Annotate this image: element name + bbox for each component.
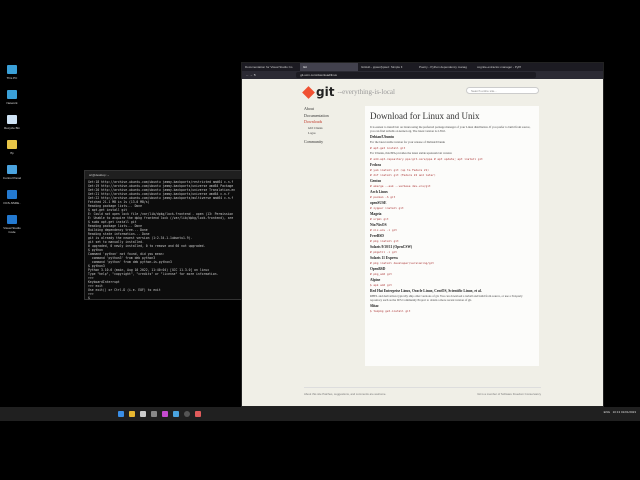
terminal-output[interactable]: Get:18 http://archive.ubuntu.com/ubuntu … [85,179,245,301]
section-heading: Solaris 11 Express [370,256,398,260]
desktop-icon-label: This PC [6,76,18,80]
firefox-icon[interactable] [162,411,168,417]
browser-tab[interactable]: Git [300,63,358,71]
page-title: Download for Linux and Unix [370,111,480,121]
install-command: $ apk add git [370,283,392,287]
terminal-taskbar-icon[interactable] [195,411,201,417]
language-indicator[interactable]: ENG [604,410,611,414]
footer-member: Git is a member of Software Freedom Cons… [477,392,541,396]
desktop-icon-label: Network [6,101,18,105]
section-heading: Nix/NixOS [370,223,387,227]
address-bar-row: ← → ↻ git-scm.com/download/linux [242,71,603,79]
section-text: For Ubuntu, this PPA provides the latest… [370,151,452,155]
git-download-page: git --everything-is-local Search entire … [242,79,603,406]
install-command: # dnf install git (Fedora 22 and later) [370,173,436,177]
clock-time[interactable]: 10:13 [613,410,621,414]
desktop-icon[interactable]: OCS-NSRE.. [2,190,22,205]
install-command: # pkg install developer/versioning/git [370,261,434,265]
section-heading: Mageia [370,212,382,216]
install-command: # zypper install git [370,206,404,210]
install-command: # pkg_add git [370,272,392,276]
section-heading: Solaris 9/10/11 (OpenCSW) [370,245,413,249]
install-command: # yum install git (up to Fedora 21) [370,168,429,172]
section-text: RHEL and derivatives typically ship olde… [370,294,523,302]
browser-tab[interactable]: cognite-extractor-manager - PyPI [474,63,532,71]
terminal-title: sri@desktop: ~ [85,171,245,179]
vscode-icon[interactable] [173,411,179,417]
desktop-icon[interactable]: Visual Studio Code [2,215,22,234]
footer: About this site Patches, suggestions, an… [304,387,541,396]
desktop-icon-label: Visual Studio Code [3,226,21,234]
file-explorer-icon[interactable] [129,411,135,417]
nav-logos[interactable]: Logos [304,131,329,136]
section-heading: Arch Linux [370,190,388,194]
section-heading: Debian/Ubuntu [370,135,394,139]
desktop-icon[interactable]: Control Panel [2,165,22,180]
app-icon[interactable] [151,411,157,417]
store-icon[interactable] [140,411,146,417]
desktop-icon-label: OCS-NSRE.. [3,201,21,205]
install-command: # pacman -S git [370,195,396,199]
side-nav: About Documentation Downloads GUI Client… [304,106,329,145]
nav-buttons-icon[interactable]: ← → ↻ [246,73,256,77]
desktop-icon-glyph [7,140,17,149]
install-command: # add-apt-repository ppa:git-core/ppa # … [370,157,483,161]
install-command: # urpmi git [370,217,389,221]
nav-community[interactable]: Community [304,139,329,146]
desktop-icon-label: Recycle Bin [4,126,20,130]
section-heading: Red Hat Enterprise Linux, Oracle Linux, … [370,289,482,293]
desktop-icon-label: ffp [10,151,14,155]
install-command: # nix-env -i git [370,228,397,232]
git-logo[interactable]: git --everything-is-local [302,85,395,99]
clock-date[interactable]: 01/01/2023 [621,410,636,414]
start-icon[interactable] [118,411,124,417]
section-heading: FreeBSD [370,234,384,238]
desktop-icon-glyph [7,90,17,99]
logo-text: git [316,85,335,99]
install-command: # pkgutil -i git [370,250,397,254]
desktop-icon-label: Control Panel [2,176,22,180]
desktop-icon[interactable]: Network [2,90,22,105]
desktop-icon-glyph [7,190,17,199]
taskbar: ENG 10:13 01/01/2023 [0,407,640,421]
tab-bar: Documentation for Visual Studio Co Git Git… [242,63,603,71]
site-search-input[interactable]: Search entire site... [466,87,539,94]
desktop-icon-glyph [7,215,17,224]
git-logo-icon [302,85,315,99]
install-command: # emerge --ask --verbose dev-vcs/git [370,184,431,188]
install-command: $ tazpkg get-install git [370,309,411,313]
tagline: --everything-is-local [337,88,395,96]
desktop-icon[interactable]: ffp [2,140,22,155]
obs-icon[interactable] [184,411,190,417]
section-heading: Alpine [370,278,381,282]
section-text: For the latest stable version for your r… [370,140,446,144]
desktop-icon-glyph [7,65,17,74]
intro-text: It is easiest to install Git on Linux us… [370,125,531,133]
footer-about: About this site Patches, suggestions, an… [304,392,387,396]
section-heading: OpenBSD [370,267,386,271]
install-command: # apt-get install git [370,146,406,150]
browser-tab[interactable]: Poetry - Python dependency manag [416,63,474,71]
main-content: Download for Linux and Unix It is easies… [365,106,539,366]
desktop-icon[interactable]: This PC [2,65,22,80]
section-heading: Fedora [370,163,381,167]
section-heading: openSUSE [370,201,387,205]
browser-tab[interactable]: GitHub - jqwez/jqwez: Simple fi [358,63,416,71]
terminal-line: $ [88,296,90,300]
desktop-icon-glyph [7,165,17,174]
desktop-icon[interactable]: Recycle Bin [2,115,22,130]
system-tray[interactable]: ENG 10:13 01/01/2023 [604,410,636,414]
browser-window: Documentation for Visual Studio Co Git Git… [241,62,604,407]
section-heading: Slitaz [370,304,379,308]
section-heading: Gentoo [370,179,382,183]
install-command: # pkg install git [370,239,399,243]
browser-tab[interactable]: Documentation for Visual Studio Co [242,63,300,71]
desktop-icon-glyph [7,115,17,124]
url-field[interactable]: git-scm.com/download/linux [296,72,537,78]
terminal-window[interactable]: sri@desktop: ~ Get:18 http://archive.ubu… [84,170,246,300]
